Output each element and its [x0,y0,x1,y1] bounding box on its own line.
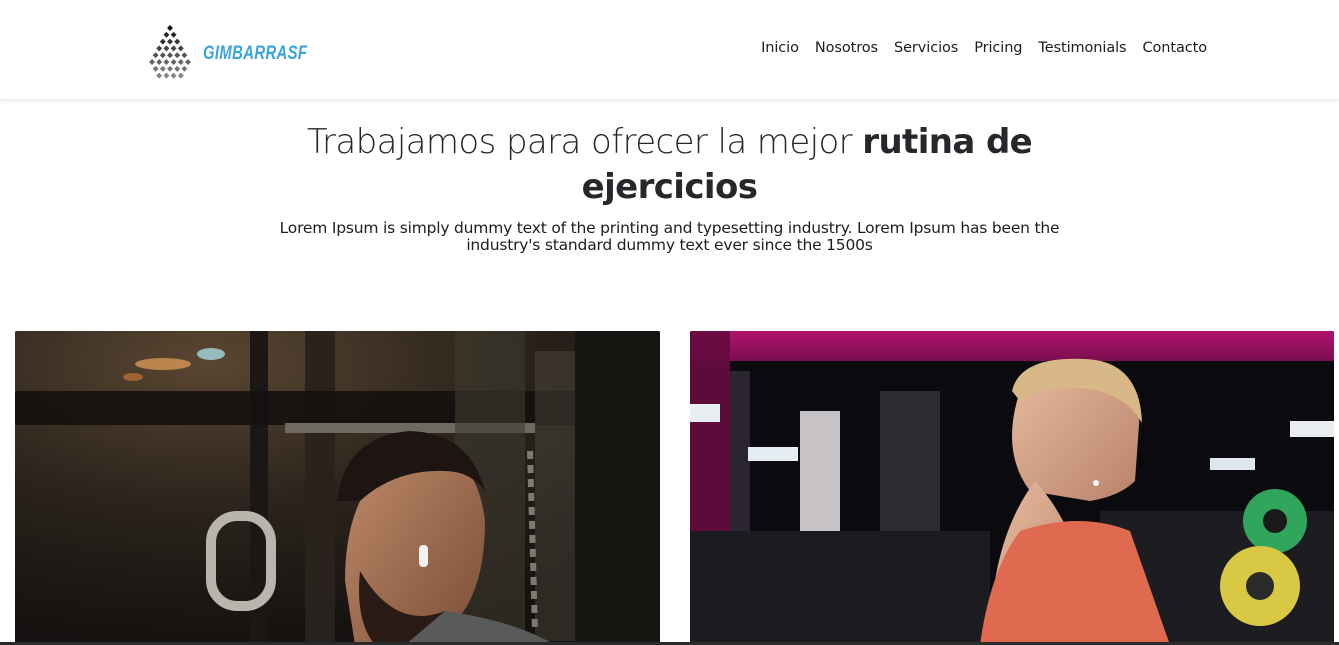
nav-link-nosotros[interactable]: Nosotros [815,40,878,56]
nav-link-contacto[interactable]: Contacto [1143,40,1208,56]
brand-logo[interactable]: GIMBARRASF [143,24,337,82]
brand-name: GIMBARRASF [203,43,308,64]
nav-link-servicios[interactable]: Servicios [894,40,958,56]
gym-photo-card-left [15,331,660,645]
man-with-earbuds-at-gym-photo [15,331,660,645]
blond-man-in-red-tank-top-gym-photo [690,331,1334,645]
nav-link-testimonials[interactable]: Testimonials [1038,40,1126,56]
hero-title-light: Trabajamos para ofrecer la mejor [306,122,863,162]
hero-subtitle: Lorem Ipsum is simply dummy text of the … [279,219,1060,254]
diamond-dots-logo-icon [149,25,191,79]
hero-section: Trabajamos para ofrecer la mejor rutina … [0,120,1339,254]
main-nav: Inicio Nosotros Servicios Pricing Testim… [761,40,1207,56]
gym-photo-card-right [690,331,1334,645]
nav-link-pricing[interactable]: Pricing [974,40,1022,56]
nav-link-inicio[interactable]: Inicio [761,40,799,56]
hero-title: Trabajamos para ofrecer la mejor rutina … [290,120,1050,210]
site-header: GIMBARRASF Inicio Nosotros Servicios Pri… [0,0,1339,100]
